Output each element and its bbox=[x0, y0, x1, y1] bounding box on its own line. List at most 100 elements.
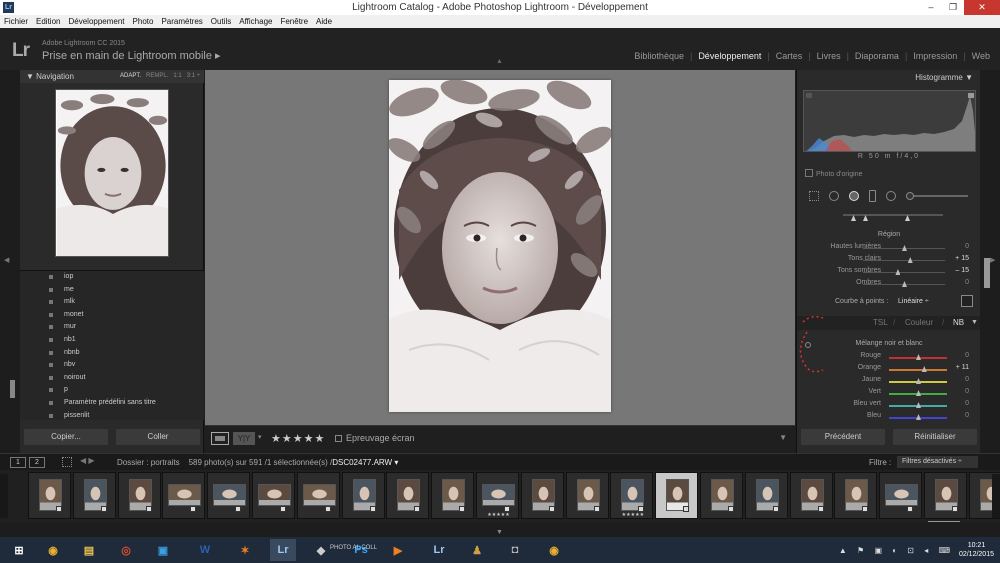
chrome-icon[interactable]: ◉ bbox=[40, 539, 66, 561]
module-map[interactable]: Cartes bbox=[776, 51, 803, 61]
menu-file[interactable]: Fichier bbox=[4, 15, 28, 28]
slider-track[interactable] bbox=[889, 390, 947, 396]
tone-split-handle[interactable] bbox=[863, 215, 868, 221]
preset-item[interactable]: mur bbox=[20, 321, 204, 334]
filmstrip-thumbnail[interactable] bbox=[520, 472, 564, 519]
radial-filter-icon[interactable] bbox=[886, 191, 896, 201]
filmstrip-thumbnail[interactable]: ★★★★★ bbox=[476, 472, 519, 519]
paste-button[interactable]: Coller bbox=[116, 429, 200, 445]
slider-thumb[interactable] bbox=[902, 281, 907, 287]
lightroom-icon-2[interactable]: Lr bbox=[426, 539, 452, 561]
filmstrip-thumbnail[interactable]: ★★★★★ bbox=[610, 472, 654, 519]
filmstrip-thumbnail[interactable] bbox=[565, 472, 609, 519]
menu-view[interactable]: Affichage bbox=[239, 15, 272, 28]
system-tray[interactable]: ▲ ⚑ ▣ ◐ ⊡ ◂ ⌨ bbox=[839, 546, 954, 555]
filmstrip-thumbnail[interactable] bbox=[207, 472, 251, 519]
filmstrip-thumbnail[interactable] bbox=[744, 472, 788, 519]
module-book[interactable]: Livres bbox=[817, 51, 841, 61]
preset-item[interactable]: nbnb bbox=[20, 347, 204, 360]
filmstrip-thumbnail[interactable] bbox=[924, 472, 967, 519]
reset-button[interactable]: Réinitialiser bbox=[893, 429, 977, 445]
nav-arrows-icon[interactable]: ◀ ▶ bbox=[80, 456, 95, 465]
slider-track[interactable] bbox=[889, 414, 947, 420]
previous-button[interactable]: Précédent bbox=[801, 429, 885, 445]
close-button[interactable]: ✕ bbox=[964, 0, 1000, 15]
left-panel-toggle-icon[interactable]: ◀ bbox=[4, 256, 9, 264]
slider-track[interactable] bbox=[863, 281, 945, 287]
slider-thumb[interactable] bbox=[916, 354, 921, 360]
preset-item[interactable]: iop bbox=[20, 271, 204, 284]
slider-value[interactable]: 0 bbox=[945, 352, 969, 359]
filmstrip-thumbnail[interactable] bbox=[431, 472, 475, 519]
slider-track[interactable] bbox=[889, 354, 947, 360]
slider-track[interactable] bbox=[889, 402, 947, 408]
slider-track[interactable] bbox=[863, 257, 945, 263]
preset-item[interactable]: nb1 bbox=[20, 334, 204, 347]
slider-thumb[interactable] bbox=[916, 414, 921, 420]
right-panel-toggle-icon[interactable]: ▶ bbox=[990, 256, 995, 264]
filmstrip-thumbnail[interactable] bbox=[252, 472, 295, 519]
brush-slider[interactable] bbox=[906, 192, 968, 200]
slider-value[interactable]: 0 bbox=[945, 388, 969, 395]
lightroom-icon[interactable]: Lr bbox=[270, 539, 296, 561]
graduated-filter-icon[interactable] bbox=[869, 190, 876, 202]
loupe-view-icon[interactable] bbox=[211, 432, 229, 445]
filmstrip-thumbnail[interactable]: ★★★★★ bbox=[655, 472, 699, 519]
tone-split-handle[interactable] bbox=[905, 215, 910, 221]
camera-icon[interactable]: ◘ bbox=[502, 539, 528, 561]
module-print[interactable]: Impression bbox=[913, 51, 957, 61]
tab-bw[interactable]: NB bbox=[953, 316, 964, 330]
word-icon[interactable]: W bbox=[192, 539, 218, 561]
filter-select[interactable]: Filtres désactivés ÷ bbox=[897, 456, 978, 468]
app-icon[interactable]: ▣ bbox=[150, 539, 176, 561]
module-develop[interactable]: Développement bbox=[698, 51, 761, 61]
menu-photo[interactable]: Photo bbox=[133, 15, 154, 28]
filmstrip-thumbnail[interactable] bbox=[296, 472, 340, 519]
slider-value[interactable]: 0 bbox=[945, 376, 969, 383]
slider-thumb[interactable] bbox=[916, 402, 921, 408]
menu-window[interactable]: Fenêtre bbox=[280, 15, 308, 28]
zoom-fill[interactable]: REMPL. bbox=[146, 70, 168, 83]
filmstrip-thumbnail[interactable] bbox=[386, 472, 430, 519]
rating-stars[interactable]: ★★★★★ bbox=[271, 432, 325, 445]
filmstrip-thumbnail[interactable] bbox=[879, 472, 923, 519]
slider-value[interactable]: + 15 bbox=[945, 255, 969, 262]
filmstrip-thumbnail[interactable] bbox=[117, 472, 161, 519]
windows-start-icon[interactable]: ⊞ bbox=[6, 539, 32, 561]
filmstrip-scrollbar[interactable] bbox=[928, 521, 960, 522]
preset-item[interactable]: monet bbox=[20, 309, 204, 322]
slider-value[interactable]: 0 bbox=[945, 279, 969, 286]
tone-split-track[interactable] bbox=[843, 214, 943, 221]
zoom-3-1[interactable]: 3:1 ÷ bbox=[187, 70, 200, 83]
module-library[interactable]: Bibliothèque bbox=[634, 51, 684, 61]
navigator-header[interactable]: ▼ Navigation ADAPT. REMPL. 1:1 3:1 ÷ bbox=[20, 70, 204, 83]
slider-value[interactable]: 0 bbox=[945, 400, 969, 407]
histogram[interactable] bbox=[803, 90, 976, 152]
slider-track[interactable] bbox=[889, 366, 947, 372]
slider-track[interactable] bbox=[863, 269, 945, 275]
slider-value[interactable]: – 15 bbox=[945, 267, 969, 274]
character-icon[interactable]: ♟ bbox=[464, 539, 490, 561]
toolbar-menu-icon[interactable]: ▼ bbox=[779, 433, 787, 442]
slider-track[interactable] bbox=[889, 378, 947, 384]
preset-item[interactable]: Paramètre prédéfini sans titre bbox=[20, 397, 204, 410]
bottom-panel-toggle-icon[interactable]: ▼ bbox=[496, 529, 503, 536]
menu-edit[interactable]: Edition bbox=[36, 15, 60, 28]
preset-item[interactable]: p bbox=[20, 384, 204, 397]
filmstrip-thumbnail[interactable] bbox=[28, 472, 71, 519]
slider-thumb[interactable] bbox=[902, 245, 907, 251]
slider-thumb[interactable] bbox=[916, 390, 921, 396]
redeye-icon[interactable] bbox=[849, 191, 859, 201]
menu-tools[interactable]: Outils bbox=[211, 15, 231, 28]
collapse-triangle-icon[interactable]: ▼ bbox=[971, 316, 978, 330]
preset-item[interactable]: pissenlit bbox=[20, 410, 204, 423]
point-curve-select[interactable]: Linéaire ÷ bbox=[898, 298, 929, 305]
module-web[interactable]: Web bbox=[972, 51, 990, 61]
menu-settings[interactable]: Paramètres bbox=[161, 15, 202, 28]
menu-help[interactable]: Aide bbox=[316, 15, 332, 28]
copy-button[interactable]: Copier... bbox=[24, 429, 108, 445]
filmstrip-thumbnail[interactable] bbox=[341, 472, 385, 519]
filmstrip-thumbnail[interactable] bbox=[72, 472, 116, 519]
preset-item[interactable]: me bbox=[20, 284, 204, 297]
eye-app-icon[interactable]: ◎ bbox=[113, 539, 139, 561]
